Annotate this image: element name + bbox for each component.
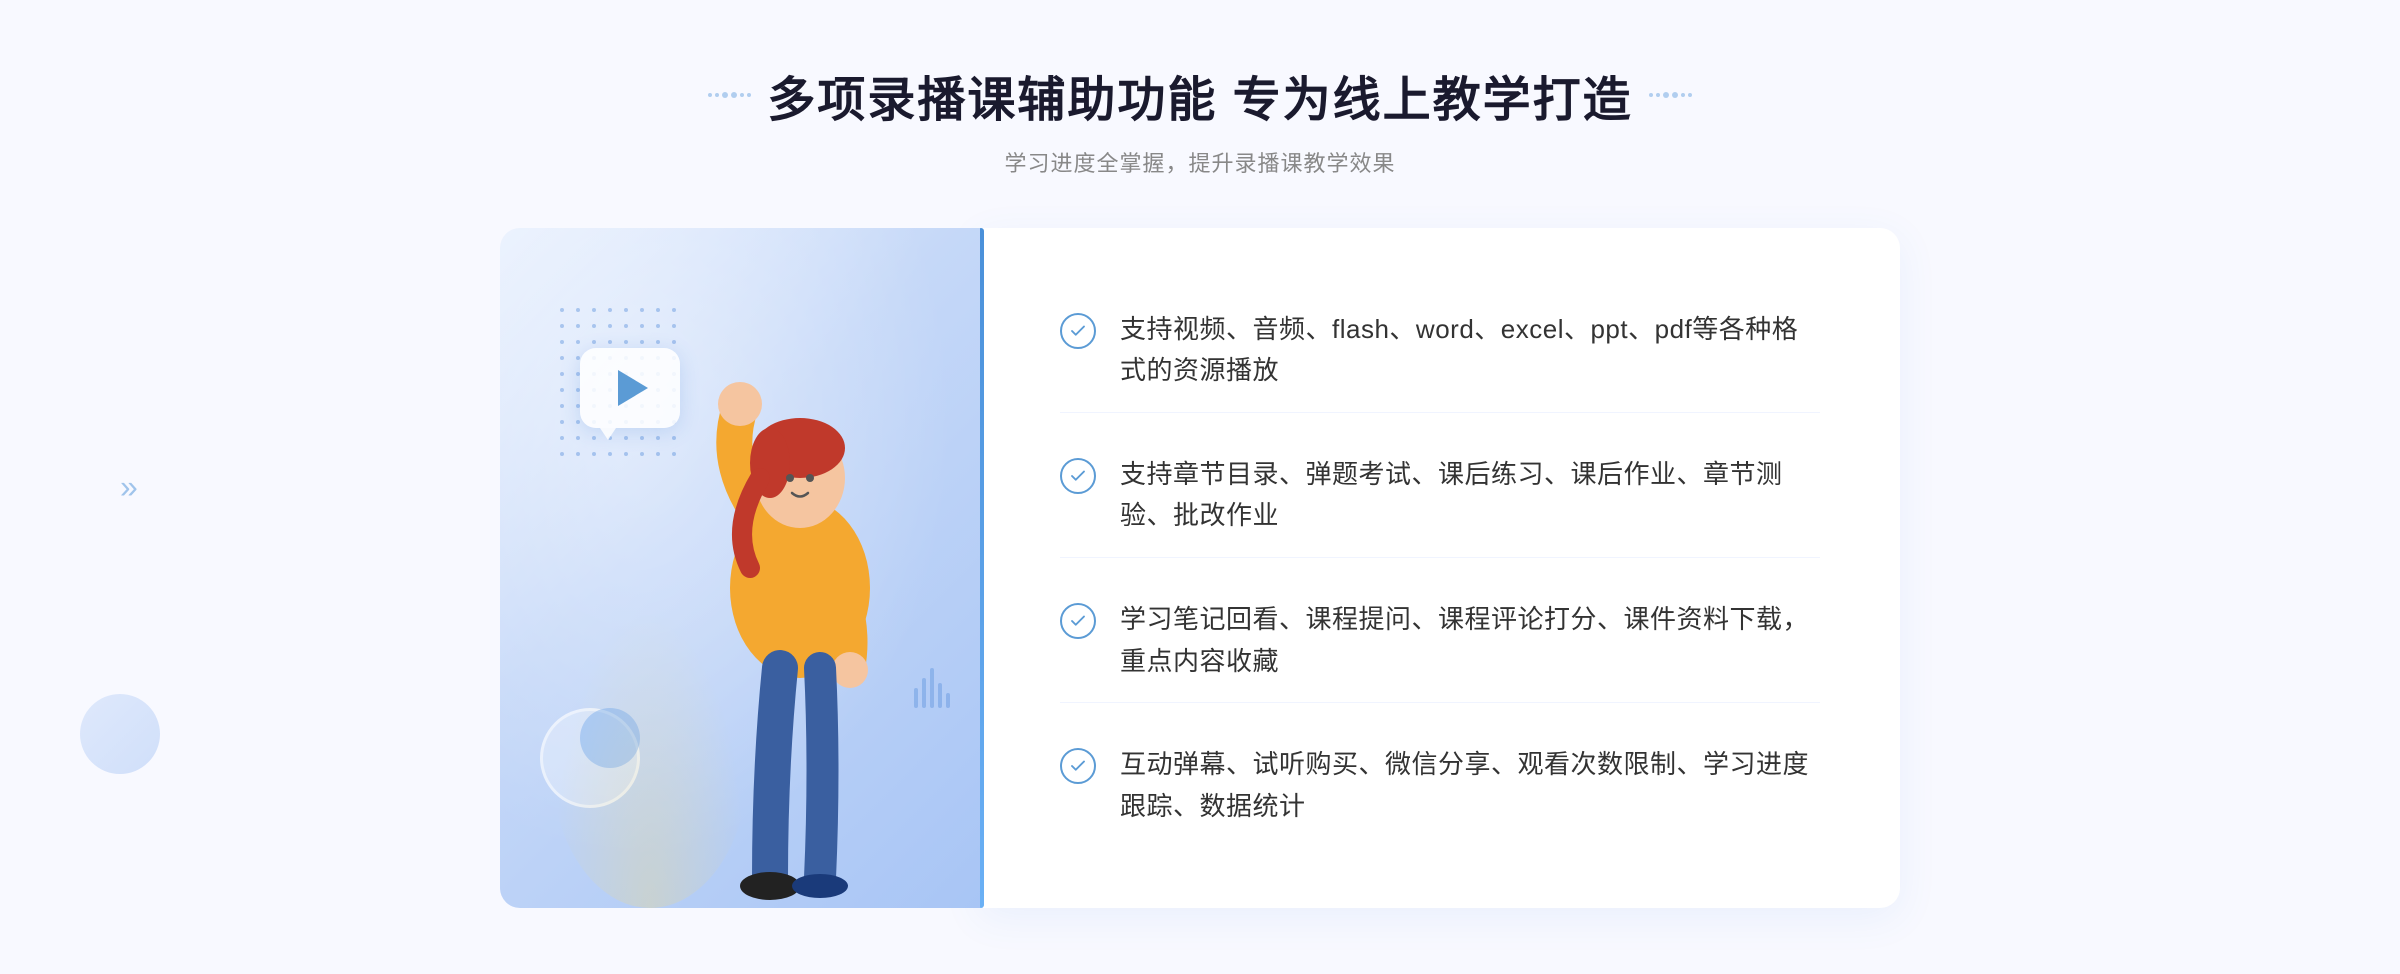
page-container: » 多项录播课辅助功能 专为线上教学打造 学习进度全掌握，提升录播课教学效 [0,0,2400,974]
person-illustration [640,348,960,908]
header-title-row: 多项录播课辅助功能 专为线上教学打造 [708,60,1691,130]
check-icon-1 [1060,313,1096,349]
content-area: 支持视频、音频、flash、word、excel、ppt、pdf等各种格式的资源… [500,228,1900,908]
check-icon-2 [1060,458,1096,494]
feature-text-2: 支持章节目录、弹题考试、课后练习、课后作业、章节测验、批改作业 [1120,454,1820,537]
subtitle: 学习进度全掌握，提升录播课教学效果 [708,146,1691,178]
chevron-left-decoration: » [120,469,138,506]
main-title: 多项录播课辅助功能 专为线上教学打造 [767,60,1632,130]
feature-text-1: 支持视频、音频、flash、word、excel、ppt、pdf等各种格式的资源… [1120,309,1820,392]
feature-item-2: 支持章节目录、弹题考试、课后练习、课后作业、章节测验、批改作业 [1060,434,1820,558]
feature-item-1: 支持视频、音频、flash、word、excel、ppt、pdf等各种格式的资源… [1060,289,1820,413]
feature-item-3: 学习笔记回看、课程提问、课程评论打分、课件资料下载，重点内容收藏 [1060,579,1820,703]
features-panel: 支持视频、音频、flash、word、excel、ppt、pdf等各种格式的资源… [980,228,1900,908]
title-dots-left [708,92,751,98]
feature-item-4: 互动弹幕、试听购买、微信分享、观看次数限制、学习进度跟踪、数据统计 [1060,724,1820,847]
check-icon-3 [1060,603,1096,639]
check-icon-4 [1060,748,1096,784]
deco-outer-circle [80,694,160,774]
feature-text-3: 学习笔记回看、课程提问、课程评论打分、课件资料下载，重点内容收藏 [1120,599,1820,682]
illustration-panel [500,228,980,908]
header-section: 多项录播课辅助功能 专为线上教学打造 学习进度全掌握，提升录播课教学效果 [708,60,1691,178]
feature-text-4: 互动弹幕、试听购买、微信分享、观看次数限制、学习进度跟踪、数据统计 [1120,744,1820,827]
title-dots-right [1649,92,1692,98]
